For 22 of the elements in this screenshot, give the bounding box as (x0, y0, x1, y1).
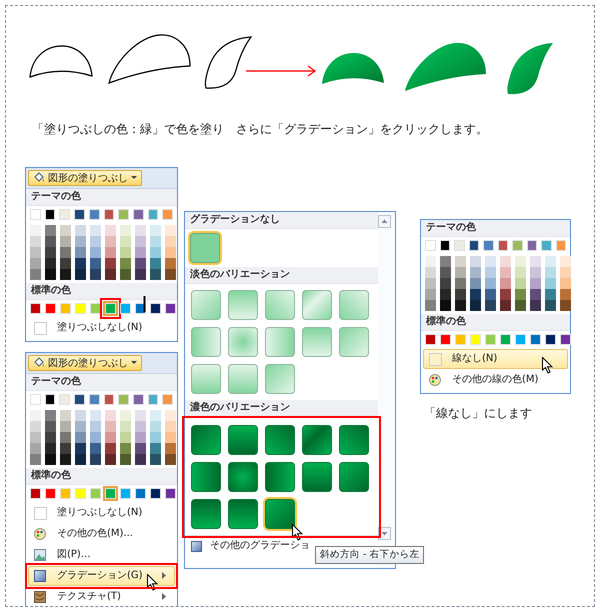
menu-item[interactable]: 図(P)... (28, 545, 175, 565)
menu-item[interactable]: その他の線の色(M) (423, 370, 568, 390)
note-text: 「線なし」にします (424, 406, 533, 421)
button-label: 図形の塗りつぶし (48, 357, 128, 370)
section-heading: テーマの色 (26, 189, 177, 206)
section-heading: グラデーションなし (185, 212, 378, 229)
tooltip-text: 斜め方向 - 右下から左 (315, 546, 424, 564)
shape-fill-button[interactable]: 図形の塗りつぶし (28, 170, 142, 186)
button-label: 図形の塗りつぶし (48, 172, 128, 185)
section-heading: 標準の色 (421, 314, 570, 331)
section-heading: 淡色のバリエーション (185, 267, 378, 284)
shape-fill-button[interactable]: 図形の塗りつぶし (28, 355, 142, 371)
menu-item[interactable]: テクスチャ(T) (28, 587, 175, 606)
menu-item[interactable]: その他の色(M)... (28, 524, 175, 544)
section-heading: 濃色のバリエーション (185, 400, 378, 417)
section-heading: 標準の色 (26, 283, 177, 300)
caption-text: 「塗りつぶしの色：緑」で色を塗り さらに「グラデーション」をクリックします。 (32, 122, 489, 137)
section-heading: テーマの色 (421, 220, 570, 237)
menu-item[interactable]: 塗りつぶしなし(N) (28, 503, 175, 523)
menu-item[interactable]: 塗りつぶしなし(N) (28, 318, 175, 338)
section-heading: 標準の色 (26, 468, 177, 485)
section-heading: テーマの色 (26, 374, 177, 391)
